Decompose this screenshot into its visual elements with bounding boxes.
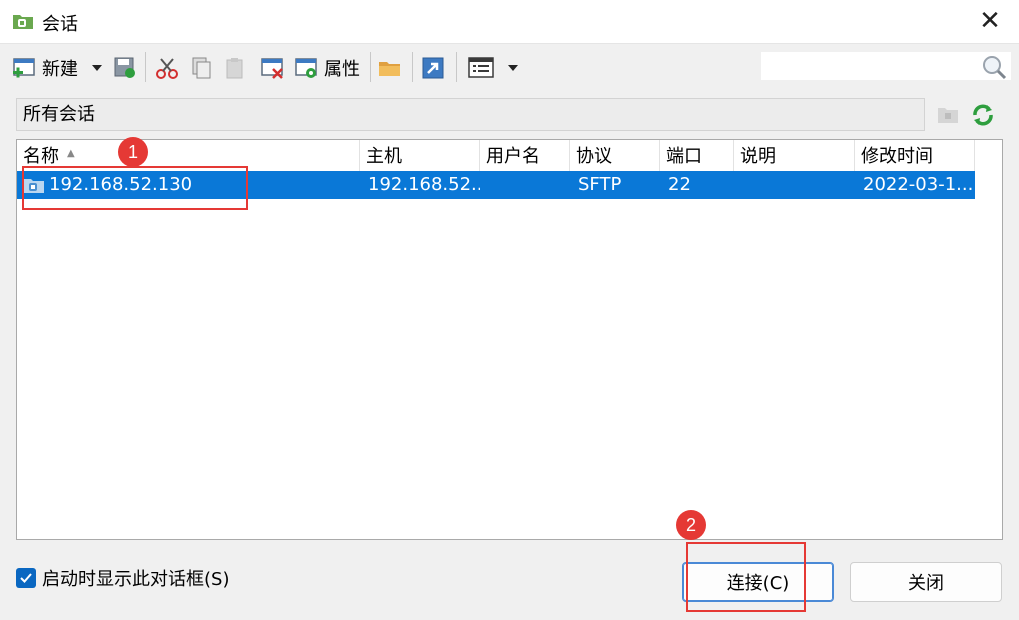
window-close-button[interactable]: ✕ <box>977 8 1003 34</box>
column-header-port[interactable]: 端口 <box>660 140 734 171</box>
column-header-protocol[interactable]: 协议 <box>570 140 660 171</box>
column-header-label: 名称 <box>23 146 59 167</box>
app-folder-icon <box>13 15 33 29</box>
window-title: 会话 <box>42 14 78 35</box>
shortcut-icon[interactable] <box>420 54 446 82</box>
annotation-badge-1: 1 <box>118 137 148 167</box>
properties-button[interactable]: 属性 <box>294 54 360 82</box>
new-session-button[interactable]: 新建 <box>12 54 78 82</box>
folder-up-icon[interactable] <box>936 102 960 126</box>
column-header-host[interactable]: 主机 <box>360 140 480 171</box>
cut-icon[interactable] <box>155 54 181 82</box>
cell-protocol: SFTP <box>578 174 622 195</box>
show-on-startup-option[interactable]: 启动时显示此对话框(S) <box>16 566 229 590</box>
cell-description <box>734 171 855 199</box>
properties-label: 属性 <box>324 59 360 80</box>
cell-port: 22 <box>668 174 691 195</box>
checkmark-icon <box>20 573 32 583</box>
cell-user <box>480 171 570 199</box>
session-path-field[interactable]: 所有会话 <box>16 98 925 131</box>
column-header-modified[interactable]: 修改时间 <box>855 140 975 171</box>
bottom-strip <box>0 612 1019 620</box>
search-field[interactable] <box>760 51 1012 81</box>
properties-icon <box>295 58 317 78</box>
view-dropdown-icon[interactable] <box>506 54 520 82</box>
cell-host: 192.168.52... <box>368 174 480 195</box>
cell-modified: 2022-03-1... <box>863 174 974 195</box>
new-session-icon <box>13 58 35 78</box>
title-bar: 会话 ✕ <box>0 0 1019 44</box>
new-dropdown-icon[interactable] <box>90 54 104 82</box>
save-icon[interactable] <box>112 54 138 82</box>
search-input[interactable] <box>761 52 971 80</box>
refresh-icon[interactable] <box>970 102 996 128</box>
new-label: 新建 <box>42 59 78 80</box>
delete-icon[interactable] <box>260 54 286 82</box>
show-on-startup-checkbox[interactable] <box>16 568 36 588</box>
annotation-box-session <box>22 166 248 210</box>
show-on-startup-label: 启动时显示此对话框(S) <box>42 569 230 590</box>
column-header-user[interactable]: 用户名 <box>480 140 570 171</box>
annotation-badge-2: 2 <box>676 510 706 540</box>
annotation-box-connect <box>686 542 806 612</box>
search-icon[interactable] <box>981 54 1007 80</box>
paste-icon[interactable] <box>222 54 248 82</box>
folder-icon[interactable] <box>377 54 403 82</box>
copy-icon[interactable] <box>188 54 214 82</box>
view-icon[interactable] <box>467 54 495 82</box>
close-button[interactable]: 关闭 <box>850 562 1002 602</box>
column-header-description[interactable]: 说明 <box>734 140 855 171</box>
